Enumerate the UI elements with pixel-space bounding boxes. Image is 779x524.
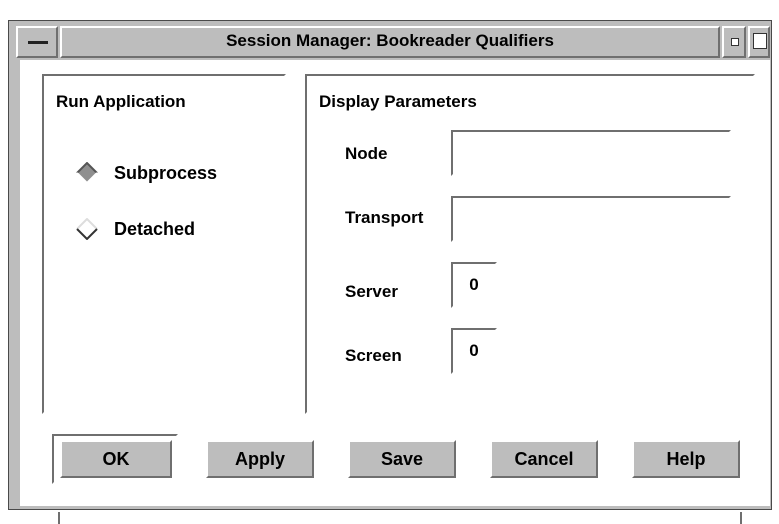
server-label: Server bbox=[345, 282, 398, 301]
maximize-button[interactable] bbox=[748, 26, 770, 58]
run-application-group: Run Application Subprocess Detached bbox=[42, 74, 286, 414]
transport-label: Transport bbox=[345, 208, 424, 227]
title-bar[interactable]: Session Manager: Bookreader Qualifiers bbox=[16, 26, 770, 58]
transport-field[interactable] bbox=[451, 196, 731, 242]
save-button[interactable]: Save bbox=[348, 440, 456, 478]
background-window-edge bbox=[58, 512, 742, 524]
ok-button[interactable]: OK bbox=[60, 440, 172, 478]
minimize-button[interactable] bbox=[722, 26, 746, 58]
maximize-icon bbox=[753, 33, 767, 49]
radio-subprocess[interactable]: Subprocess bbox=[76, 162, 217, 184]
cancel-button[interactable]: Cancel bbox=[490, 440, 598, 478]
apply-button[interactable]: Apply bbox=[206, 440, 314, 478]
radio-detached-label: Detached bbox=[114, 218, 196, 239]
display-parameters-title: Display Parameters bbox=[319, 92, 477, 111]
radio-diamond-icon bbox=[76, 162, 98, 184]
radio-detached[interactable]: Detached bbox=[76, 218, 195, 240]
minimize-icon bbox=[731, 38, 739, 46]
screen-field[interactable] bbox=[451, 328, 497, 374]
server-field[interactable] bbox=[451, 262, 497, 308]
node-label: Node bbox=[345, 144, 388, 163]
radio-diamond-icon bbox=[76, 218, 98, 240]
window-menu-icon bbox=[28, 41, 48, 44]
help-button[interactable]: Help bbox=[632, 440, 740, 478]
screen-label: Screen bbox=[345, 346, 402, 365]
window-menu-button[interactable] bbox=[16, 26, 58, 58]
window-title[interactable]: Session Manager: Bookreader Qualifiers bbox=[60, 26, 720, 58]
run-application-title: Run Application bbox=[56, 92, 186, 111]
display-parameters-group: Display Parameters Node Transport Server… bbox=[305, 74, 755, 414]
node-field[interactable] bbox=[451, 130, 731, 176]
radio-subprocess-label: Subprocess bbox=[114, 162, 218, 183]
